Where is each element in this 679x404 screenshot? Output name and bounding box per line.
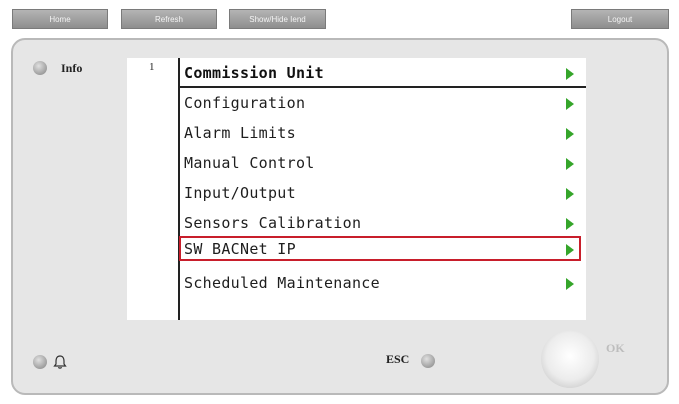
logout-button[interactable]: Logout [571, 9, 669, 29]
display-screen: 1 Commission Unit Configuration Alarm Li… [127, 58, 586, 320]
menu-item-manual-control[interactable]: Manual Control [184, 150, 574, 176]
menu-item-sensors-calibration[interactable]: Sensors Calibration [184, 210, 574, 236]
screen-divider-horizontal [178, 86, 586, 88]
refresh-button[interactable]: Refresh [121, 9, 217, 29]
menu-item-alarm-limits[interactable]: Alarm Limits [184, 120, 574, 146]
ok-knob[interactable] [541, 330, 599, 388]
menu-title-commission-unit[interactable]: Commission Unit [184, 60, 574, 86]
home-button[interactable]: Home [12, 9, 108, 29]
info-label: Info [61, 61, 83, 75]
menu-item-label: Sensors Calibration [184, 214, 362, 232]
esc-label: ESC [386, 352, 410, 366]
esc-button[interactable] [421, 354, 435, 368]
menu-item-label: Input/Output [184, 184, 296, 202]
right-triangle-icon [566, 188, 574, 200]
info-led-icon [33, 61, 47, 75]
menu-item-configuration[interactable]: Configuration [184, 90, 574, 116]
menu-item-label: Scheduled Maintenance [184, 274, 380, 292]
right-triangle-icon [566, 98, 574, 110]
menu-item-label: Alarm Limits [184, 124, 296, 142]
alarm-led-icon [33, 355, 47, 369]
ok-label: OK [606, 341, 625, 355]
right-triangle-icon [566, 158, 574, 170]
page-number: 1 [149, 61, 155, 73]
menu-item-sw-bacnet-ip[interactable]: SW BACNet IP [184, 236, 574, 262]
right-triangle-icon [566, 68, 574, 80]
bell-icon[interactable] [52, 354, 68, 370]
menu-item-input-output[interactable]: Input/Output [184, 180, 574, 206]
menu-item-label: SW BACNet IP [184, 240, 296, 258]
menu-item-scheduled-maintenance[interactable]: Scheduled Maintenance [184, 270, 574, 296]
menu-item-label: Manual Control [184, 154, 315, 172]
right-triangle-icon [566, 128, 574, 140]
show-hide-button[interactable]: Show/Hide Iend [229, 9, 326, 29]
right-triangle-icon [566, 218, 574, 230]
screen-divider-vertical [178, 58, 180, 320]
menu-item-label: Configuration [184, 94, 306, 112]
right-triangle-icon [566, 278, 574, 290]
menu-title-label: Commission Unit [184, 64, 324, 82]
right-triangle-icon [566, 244, 574, 256]
